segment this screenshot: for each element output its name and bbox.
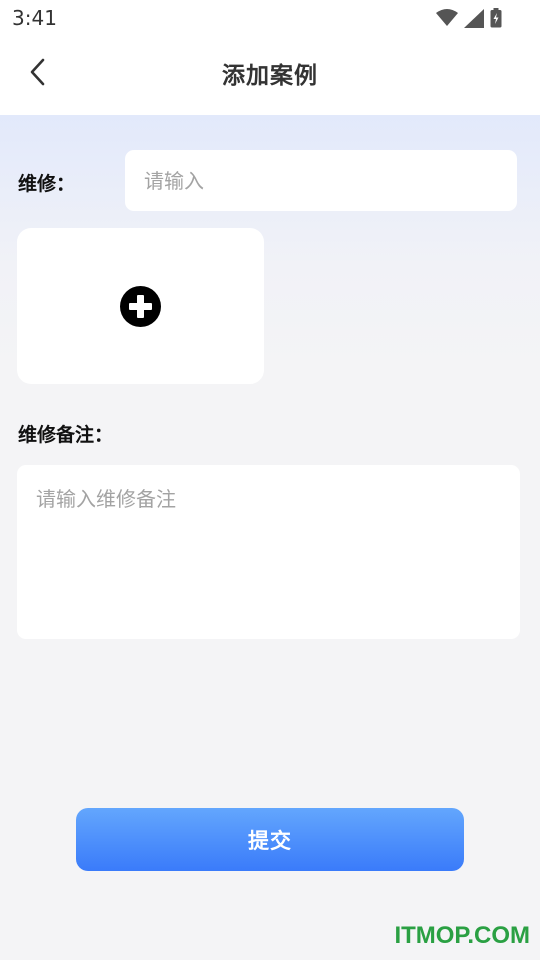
page-title: 添加案例	[222, 63, 318, 89]
repair-label: 维修：	[18, 173, 76, 195]
status-time: 3:41	[12, 6, 57, 30]
form-area: 维修： 维修备注： 提交	[0, 115, 540, 960]
repair-input[interactable]	[125, 150, 517, 211]
battery-charging-icon	[490, 8, 502, 28]
plus-circle-icon	[120, 286, 161, 327]
remark-label: 维修备注：	[18, 424, 114, 446]
cellular-signal-icon	[464, 8, 484, 28]
image-upload-button[interactable]	[17, 228, 264, 384]
wifi-icon	[436, 9, 458, 26]
watermark: ITMOP.COM	[394, 922, 530, 949]
app-bar: 添加案例	[0, 36, 540, 115]
status-icons	[436, 6, 502, 30]
status-bar: 3:41	[0, 0, 540, 36]
remark-textarea[interactable]	[17, 465, 520, 639]
submit-button[interactable]: 提交	[76, 808, 464, 871]
